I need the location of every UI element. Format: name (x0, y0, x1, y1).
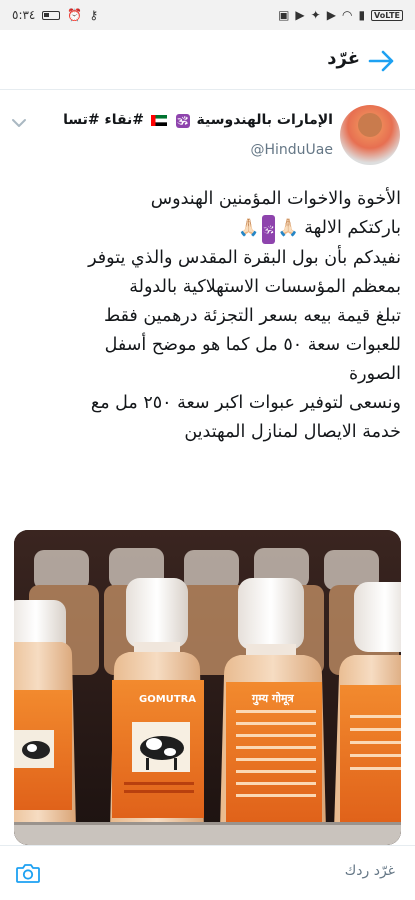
youtube-icon: ▶ (295, 8, 305, 22)
battery-icon (42, 10, 61, 20)
volte-icon: VoLTE (371, 9, 403, 21)
app-header: غرّد (0, 30, 415, 90)
twitter-icon: ✦ (310, 8, 321, 22)
wifi-icon: ◠ (341, 8, 353, 22)
gallery-icon: ▣ (278, 8, 290, 22)
page-title: غرّد (327, 48, 360, 69)
om-icon: 🕉 (175, 114, 190, 128)
bottles-photo: GOMUTRA गुम्य गोमूत्र (14, 530, 401, 845)
youtube-icon: ▶ (326, 8, 336, 22)
tweet-line: بمعظم المؤسسات الاستهلاكية بالدولة (129, 277, 401, 297)
status-left: ٥:٣٤ ⏰ ⚷ (12, 8, 98, 22)
tweet-line: للعبوات سعة ٥٠ مل كما هو موضح أسفل (104, 335, 401, 355)
tweet-line: نفيدكم بأن بول البقرة المقدس والذي يتوفر (88, 248, 401, 268)
display-name[interactable]: الإمارات بالهندوسية 🕉 #نقاء #تسام... (63, 112, 333, 128)
alarm-icon: ⏰ (67, 8, 83, 22)
tweet-line: خدمة الايصال لمنازل المهتدين (184, 422, 401, 442)
tweet-line: الصورة (348, 364, 401, 384)
signal-icon: ▮ (358, 8, 366, 22)
user-handle[interactable]: @HinduUae (251, 142, 334, 158)
display-name-suffix: #نقاء #تسام... (63, 112, 145, 128)
uae-flag-icon (150, 114, 167, 126)
tweet-line: باركتكم الالهة 🙏🏻🕉🙏🏻 (11, 214, 401, 244)
avatar[interactable] (340, 105, 400, 165)
tweet: الإمارات بالهندوسية 🕉 #نقاء #تسام... @Hi… (0, 90, 415, 845)
status-right: ▣ ▶ ✦ ▶ ◠ ▮ VoLTE (278, 9, 403, 21)
tweet-image[interactable]: GOMUTRA गुम्य गोमूत्र (14, 530, 401, 845)
om-icon: 🕉 (261, 215, 276, 244)
reply-input[interactable]: غرّد ردك (345, 863, 395, 879)
back-arrow-icon[interactable] (366, 46, 396, 76)
bottle-label-text: GOMUTRA (139, 694, 196, 705)
tweet-text: الأخوة والاخوات المؤمنين الهندوس باركتكم … (11, 185, 401, 447)
tweet-line: تبلغ قيمة بيعه بسعر التجزئة درهمين فقط (103, 306, 401, 326)
camera-icon[interactable] (15, 860, 41, 886)
reply-bar: غرّد ردك (0, 845, 415, 900)
tweet-line-text: باركتكم الالهة (304, 218, 401, 238)
bottle-label-hindi: गुम्य गोमूत्र (251, 691, 295, 706)
pray-emoji-icon: 🙏🏻 (277, 218, 299, 238)
status-bar: ٥:٣٤ ⏰ ⚷ ▣ ▶ ✦ ▶ ◠ ▮ VoLTE (0, 0, 415, 30)
key-icon: ⚷ (89, 8, 99, 22)
status-time: ٥:٣٤ (12, 8, 36, 22)
chevron-down-icon[interactable] (10, 114, 28, 132)
display-name-prefix: الإمارات بالهندوسية (196, 112, 333, 128)
pray-emoji-icon: 🙏🏻 (238, 218, 260, 238)
tweet-line: الأخوة والاخوات المؤمنين الهندوس (150, 189, 401, 209)
tweet-line: ونسعى لتوفير عبوات اكبر سعة ٢٥٠ مل مع (90, 393, 401, 413)
